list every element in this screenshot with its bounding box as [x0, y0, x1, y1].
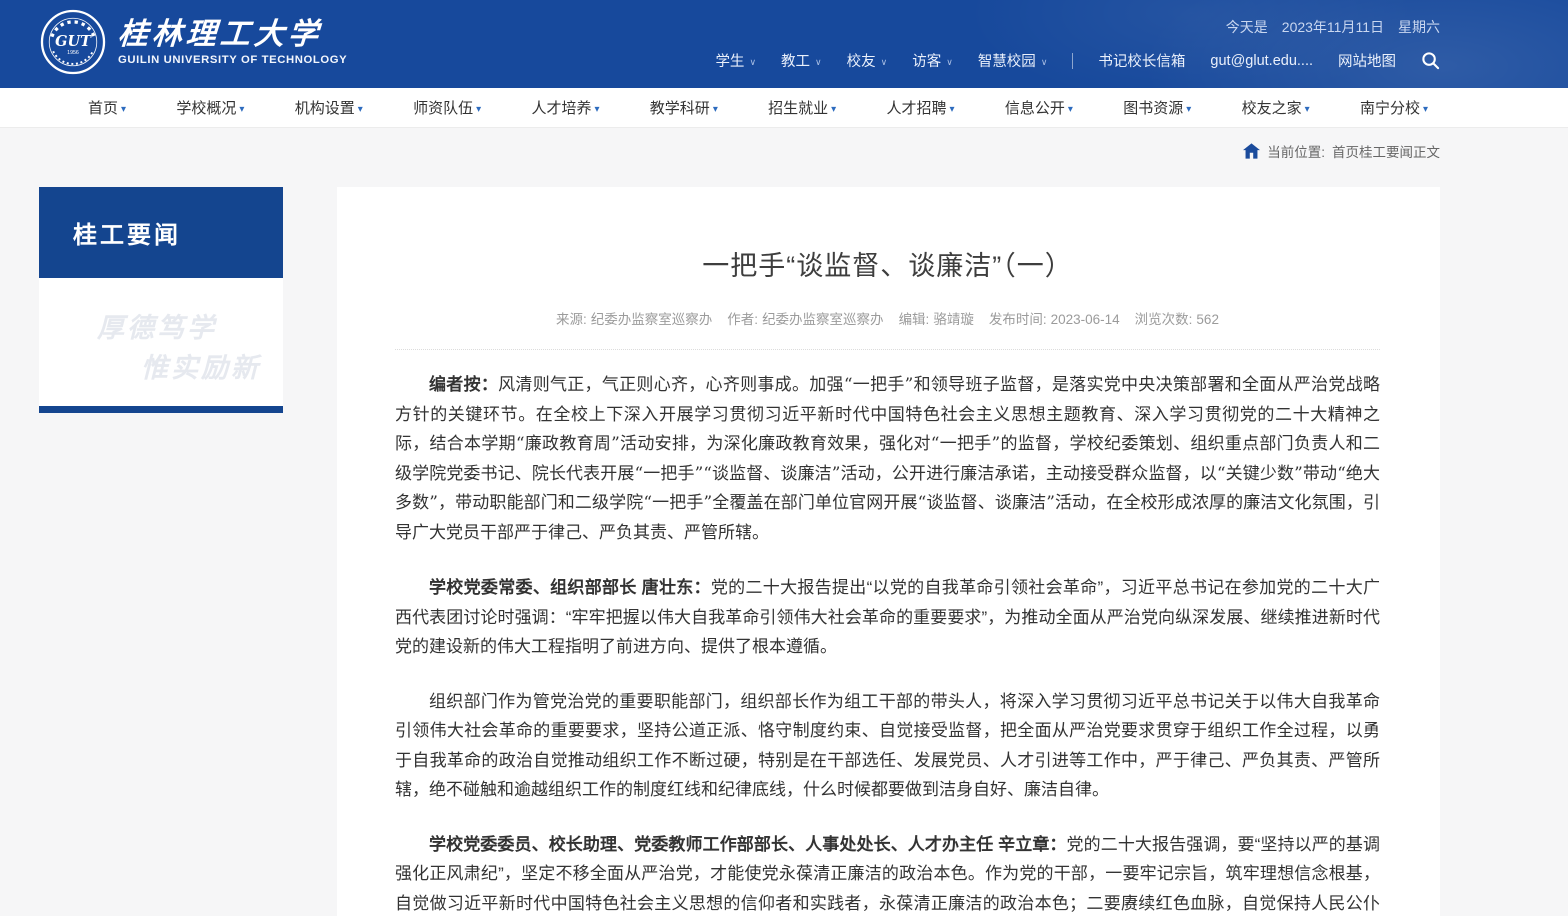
nav-item[interactable]: 图书资源▾ — [1123, 97, 1191, 118]
article-meta: 来源:纪委办监察室巡察办 作者:纪委办监察室巡察办 编辑:骆靖璇 发布时间:20… — [395, 308, 1380, 328]
current-weekday: 星期六 — [1398, 17, 1440, 37]
svg-text:GUT: GUT — [55, 33, 92, 50]
home-icon[interactable] — [1243, 143, 1260, 159]
quick-links: 学生∨ 教工∨ 校友∨ 访客∨ 智慧校园∨ — [715, 50, 1047, 71]
article-content: 编者按：风清则气正，气正则心齐，心齐则事成。加强“一把手”和领导班子监督，是落实… — [395, 371, 1380, 916]
nav-item[interactable]: 南宁分校▾ — [1360, 97, 1428, 118]
sidebar-bottom-bar — [39, 406, 283, 413]
topbar-quick-link[interactable]: 教工∨ — [781, 50, 822, 71]
university-name-cn: 桂林理工大学 — [117, 18, 349, 51]
breadcrumb-group: 首页 > — [1332, 141, 1359, 161]
mailbox-address[interactable]: gut@glut.edu.... — [1210, 53, 1313, 69]
nav-item[interactable]: 人才培养▾ — [531, 97, 599, 118]
article-meta-item: 发布时间:2023-06-14 — [989, 308, 1120, 328]
motto-watermark-line2: 惟实励新 — [141, 346, 261, 385]
nav-item[interactable]: 信息公开▾ — [1005, 97, 1073, 118]
site-header: GUT 1956 桂林理工大学 GUILIN UNIVERSITY OF TEC… — [0, 0, 1568, 88]
breadcrumb-item[interactable]: 桂工要闻 — [1359, 141, 1413, 161]
breadcrumb-group: 正文 > — [1413, 141, 1440, 161]
search-button[interactable] — [1421, 51, 1440, 70]
chevron-down-icon: ∨ — [881, 57, 888, 67]
article-paragraph: 学校党委常委、组织部部长 唐壮东：党的二十大报告提出“以党的自我革命引领社会革命… — [395, 573, 1380, 662]
nav-item[interactable]: 学校概况▾ — [176, 97, 244, 118]
sidebar-title: 桂工要闻 — [73, 215, 181, 250]
nav-item[interactable]: 教学科研▾ — [650, 97, 718, 118]
topbar-quick-link[interactable]: 学生∨ — [715, 50, 756, 71]
motto-watermark-line1: 厚德笃学 — [97, 306, 217, 345]
caret-down-icon: ▾ — [358, 104, 363, 115]
article-paragraph: 学校党委委员、校长助理、党委教师工作部部长、人事处处长、人才办主任 辛立章：党的… — [395, 830, 1380, 916]
current-date: 2023年11月11日 — [1282, 17, 1384, 37]
breadcrumb-item[interactable]: 正文 — [1413, 141, 1440, 161]
meta-divider — [395, 349, 1380, 350]
paragraph-lead: 学校党委常委、组织部部长 唐壮东： — [429, 578, 711, 597]
mailbox-link[interactable]: 书记校长信箱 — [1098, 50, 1185, 71]
sidebar-section-guilin-news[interactable]: 桂工要闻 — [39, 187, 283, 278]
chevron-down-icon: ∨ — [749, 57, 756, 67]
article-paragraph: 编者按：风清则气正，气正则心齐，心齐则事成。加强“一把手”和领导班子监督，是落实… — [395, 371, 1380, 548]
breadcrumb-label: 当前位置: — [1267, 141, 1325, 161]
article-meta-item: 作者:纪委办监察室巡察办 — [727, 308, 883, 328]
svg-text:1956: 1956 — [67, 50, 79, 56]
caret-down-icon: ▾ — [1186, 104, 1191, 115]
nav-item[interactable]: 师资队伍▾ — [413, 97, 481, 118]
article-paragraph: 组织部门作为管党治党的重要职能部门，组织部长作为组工干部的带头人，将深入学习贯彻… — [395, 687, 1380, 805]
search-icon — [1421, 51, 1440, 70]
sidebar-body: 厚德笃学 惟实励新 — [39, 278, 283, 406]
caret-down-icon: ▾ — [476, 104, 481, 115]
topbar-quick-link[interactable]: 访客∨ — [912, 50, 953, 71]
university-seal-icon: GUT 1956 — [40, 9, 106, 75]
nav-item[interactable]: 人才招聘▾ — [887, 97, 955, 118]
topbar-quick-link[interactable]: 智慧校园∨ — [978, 50, 1048, 71]
sidebar: 桂工要闻 厚德笃学 惟实励新 — [39, 187, 283, 413]
main-navigation: 首页▾ 学校概况▾ 机构设置▾ 师资队伍▾ 人才培养▾ 教学科研▾ 招生就业▾ … — [0, 88, 1568, 128]
date-display: 今天是 2023年11月11日 星期六 — [715, 17, 1440, 37]
caret-down-icon: ▾ — [713, 104, 718, 115]
paragraph-text: 风清则气正，气正则心齐，心齐则事成。加强“一把手”和领导班子监督，是落实党中央决… — [395, 375, 1380, 543]
caret-down-icon: ▾ — [1068, 104, 1073, 115]
topbar-divider — [1072, 53, 1073, 69]
breadcrumb-group: 桂工要闻 > — [1359, 141, 1413, 161]
chevron-down-icon: ∨ — [946, 57, 953, 67]
article-meta-item: 编辑:骆靖璇 — [899, 308, 974, 328]
breadcrumb: 当前位置: 首页 > 桂工要闻 > 正文 > — [0, 128, 1568, 174]
topbar-quick-link[interactable]: 校友∨ — [847, 50, 888, 71]
chevron-down-icon: ∨ — [1041, 57, 1048, 67]
article-title: 一把手“谈监督、谈廉洁”（一） — [395, 249, 1380, 284]
nav-item[interactable]: 首页▾ — [88, 97, 126, 118]
sitemap-link[interactable]: 网站地图 — [1338, 50, 1396, 71]
caret-down-icon: ▾ — [594, 104, 599, 115]
nav-item[interactable]: 招生就业▾ — [768, 97, 836, 118]
nav-item[interactable]: 机构设置▾ — [295, 97, 363, 118]
university-name-en: GUILIN UNIVERSITY OF TECHNOLOGY — [118, 54, 347, 66]
article-card: 一把手“谈监督、谈廉洁”（一） 来源:纪委办监察室巡察办 作者:纪委办监察室巡察… — [337, 187, 1440, 916]
nav-item[interactable]: 校友之家▾ — [1242, 97, 1310, 118]
date-prefix: 今天是 — [1226, 17, 1268, 37]
caret-down-icon: ▾ — [831, 104, 836, 115]
article-meta-item: 来源:纪委办监察室巡察办 — [556, 308, 712, 328]
article-meta-item: 浏览次数:562 — [1135, 308, 1219, 328]
chevron-down-icon: ∨ — [815, 57, 822, 67]
paragraph-text: 组织部门作为管党治党的重要职能部门，组织部长作为组工干部的带头人，将深入学习贯彻… — [395, 692, 1380, 800]
caret-down-icon: ▾ — [950, 104, 955, 115]
paragraph-lead: 编者按： — [429, 375, 498, 395]
caret-down-icon: ▾ — [121, 104, 126, 115]
breadcrumb-item[interactable]: 首页 — [1332, 141, 1359, 161]
paragraph-lead: 学校党委委员、校长助理、党委教师工作部部长、人事处处长、人才办主任 辛立章： — [429, 835, 1067, 854]
caret-down-icon: ▾ — [1305, 104, 1310, 115]
university-logo[interactable]: GUT 1956 桂林理工大学 GUILIN UNIVERSITY OF TEC… — [40, 9, 347, 75]
caret-down-icon: ▾ — [1423, 104, 1428, 115]
caret-down-icon: ▾ — [239, 104, 244, 115]
